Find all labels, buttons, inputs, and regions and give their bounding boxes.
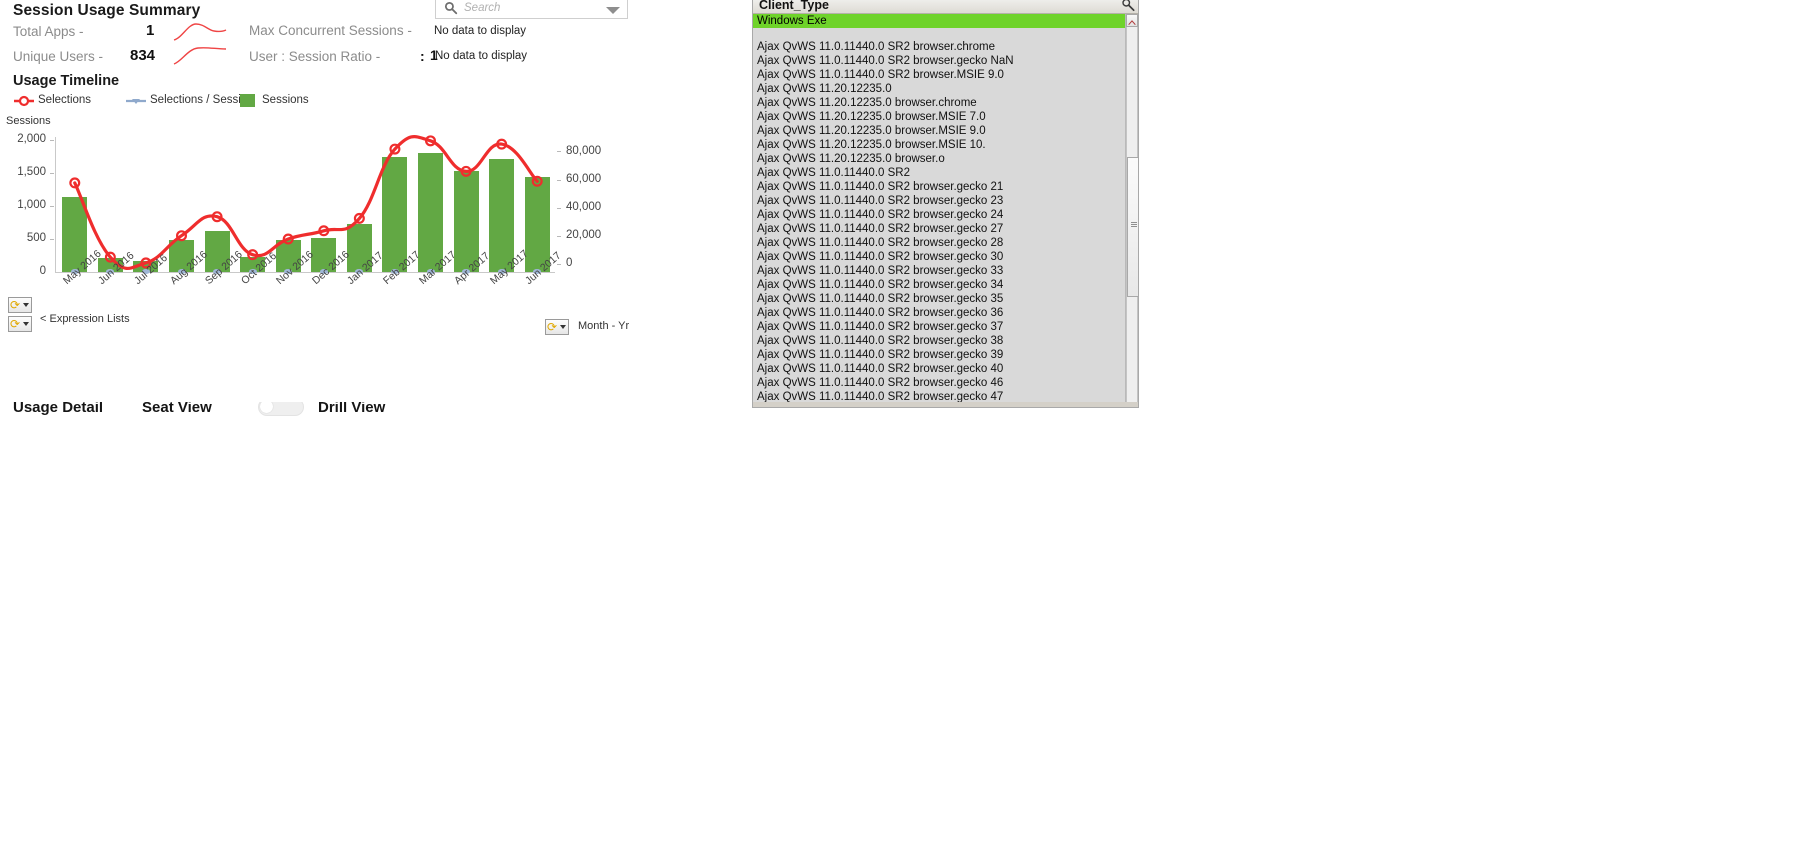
list-item[interactable]: Ajax QvWS 11.0.11440.0 SR2 browser.gecko… [753, 180, 1125, 194]
kpi-label-max-concurrent-sessions: Max Concurrent Sessions - [249, 23, 412, 38]
page-title: Session Usage Summary [13, 2, 201, 19]
list-item[interactable]: Ajax QvWS 11.0.11440.0 SR2 browser.gecko… [753, 376, 1125, 390]
list-item[interactable]: Ajax QvWS 11.0.11440.0 SR2 browser.MSIE … [753, 68, 1125, 82]
kpi-ratio-colon: : [420, 48, 425, 64]
list-item[interactable]: Ajax QvWS 11.0.11440.0 SR2 browser.gecko… [753, 208, 1125, 222]
listbox-title: Client_Type [759, 0, 829, 12]
list-item[interactable]: Ajax QvWS 11.0.11440.0 SR2 browser.gecko… [753, 264, 1125, 278]
list-item[interactable]: Ajax QvWS 11.20.12235.0 browser.MSIE 9.0 [753, 124, 1125, 138]
chevron-down-icon[interactable] [606, 7, 620, 14]
kpi-label-user-session-ratio: User : Session Ratio - [249, 49, 381, 64]
search-box[interactable]: Search [435, 0, 628, 19]
list-item[interactable]: Ajax QvWS 11.0.11440.0 SR2 browser.gecko… [753, 348, 1125, 362]
cycle-expression-button-1[interactable]: ⟳ [8, 297, 32, 313]
list-item[interactable]: Ajax QvWS 11.20.12235.0 browser.chrome [753, 96, 1125, 110]
kpi-nodata-user-session-ratio: No data to display [435, 50, 528, 62]
square-marker-icon [240, 94, 255, 107]
kpi-value-total-apps: 1 [146, 22, 155, 39]
list-item[interactable]: Ajax QvWS 11.0.11440.0 SR2 [753, 166, 1125, 180]
list-item[interactable]: Ajax QvWS 11.0.11440.0 SR2 browser.gecko… [753, 222, 1125, 236]
list-item[interactable]: Ajax QvWS 11.0.11440.0 SR2 browser.gecko… [753, 320, 1125, 334]
chevron-down-icon[interactable] [560, 325, 566, 329]
list-item[interactable]: Ajax QvWS 11.0.11440.0 SR2 browser.gecko… [753, 334, 1125, 348]
list-separator [753, 28, 1125, 40]
list-item[interactable]: Ajax QvWS 11.0.11440.0 SR2 browser.gecko… [753, 292, 1125, 306]
list-item[interactable]: Ajax QvWS 11.20.12235.0 [753, 82, 1125, 96]
session-usage-summary-panel: Session Usage Summary Total Apps - 1 Uni… [0, 0, 744, 418]
tab-drill-view[interactable]: Drill View [318, 402, 385, 416]
list-item[interactable]: Ajax QvWS 11.0.11440.0 SR2 browser.gecko… [753, 194, 1125, 208]
dimension-label-month-yr[interactable]: Month - Yr [578, 320, 629, 332]
view-toggle-switch[interactable] [258, 402, 304, 416]
expression-lists-label[interactable]: < Expression Lists [40, 313, 130, 325]
list-item[interactable]: Ajax QvWS 11.0.11440.0 SR2 browser.gecko… [753, 236, 1125, 250]
list-item[interactable]: Ajax QvWS 11.20.12235.0 browser.o [753, 152, 1125, 166]
sparkline-total-apps [173, 23, 227, 41]
list-item[interactable]: Ajax QvWS 11.0.11440.0 SR2 browser.gecko… [753, 250, 1125, 264]
list-item[interactable]: Ajax QvWS 11.20.12235.0 browser.MSIE 10. [753, 138, 1125, 152]
cycle-refresh-icon: ⟳ [10, 298, 21, 312]
list-item[interactable]: Ajax QvWS 11.0.11440.0 SR2 browser.gecko… [753, 390, 1125, 402]
tab-seat-view[interactable]: Seat View [142, 402, 212, 416]
listbox-header: Client_Type [753, 0, 1138, 14]
usage-timeline-title: Usage Timeline [13, 73, 120, 89]
chevron-down-icon[interactable] [23, 322, 29, 326]
search-icon [444, 1, 458, 15]
list-item[interactable]: Ajax QvWS 11.0.11440.0 SR2 browser.chrom… [753, 40, 1125, 54]
scrollbar-track[interactable] [1126, 27, 1139, 402]
app-root: Session Usage Summary Total Apps - 1 Uni… [0, 0, 1820, 862]
listbox-items-container[interactable]: Windows Exe Ajax QvWS 11.0.11440.0 SR2 br… [753, 14, 1125, 402]
chevron-down-icon[interactable] [23, 303, 29, 307]
search-input-placeholder[interactable]: Search [464, 2, 500, 14]
cycle-dimension-button[interactable]: ⟳ [545, 319, 569, 335]
magnifier-icon[interactable] [1121, 0, 1135, 12]
kpi-nodata-max-concurrent-sessions: No data to display [434, 25, 527, 37]
kpi-label-unique-users: Unique Users - [13, 49, 104, 64]
cycle-refresh-icon: ⟳ [10, 317, 21, 331]
list-item[interactable]: Ajax QvWS 11.0.11440.0 SR2 browser.gecko… [753, 278, 1125, 292]
listbox-scrollbar[interactable] [1125, 14, 1139, 402]
list-item[interactable]: Ajax QvWS 11.0.11440.0 SR2 browser.gecko… [753, 362, 1125, 376]
legend-label-selections: Selections [38, 94, 92, 106]
legend-label-sessions: Sessions [262, 94, 309, 106]
kpi-label-total-apps: Total Apps - [13, 24, 84, 39]
chart-lines-layer [69, 135, 543, 271]
line-arrow-marker-icon [126, 99, 146, 104]
legend-label-selections-per-session: Selections / Session [150, 94, 254, 106]
scrollbar-thumb[interactable] [1127, 157, 1139, 297]
kpi-value-unique-users: 834 [130, 47, 156, 64]
cycle-expression-button-2[interactable]: ⟳ [8, 316, 32, 332]
usage-timeline-chart[interactable]: Sessions 2,000 1,500 1,000 500 0 80,000 … [0, 115, 744, 345]
line-circle-marker-icon [14, 95, 34, 107]
list-item[interactable]: Ajax QvWS 11.0.11440.0 SR2 browser.gecko… [753, 54, 1125, 68]
bottom-tabs-clipped[interactable]: Usage Detail Seat View Drill View [0, 402, 430, 418]
list-item-selected[interactable]: Windows Exe [753, 14, 1125, 28]
tab-usage-detail[interactable]: Usage Detail [13, 402, 103, 416]
list-item[interactable]: Ajax QvWS 11.0.11440.0 SR2 browser.gecko… [753, 306, 1125, 320]
scrollbar-up-button[interactable] [1126, 14, 1138, 27]
client-type-listbox[interactable]: Client_Type Windows Exe Ajax QvWS 11.0.11… [752, 0, 1139, 408]
cycle-refresh-icon: ⟳ [547, 320, 558, 334]
scrollbar-grip-icon [1131, 222, 1137, 229]
sparkline-unique-users [173, 47, 227, 65]
list-item[interactable]: Ajax QvWS 11.20.12235.0 browser.MSIE 7.0 [753, 110, 1125, 124]
